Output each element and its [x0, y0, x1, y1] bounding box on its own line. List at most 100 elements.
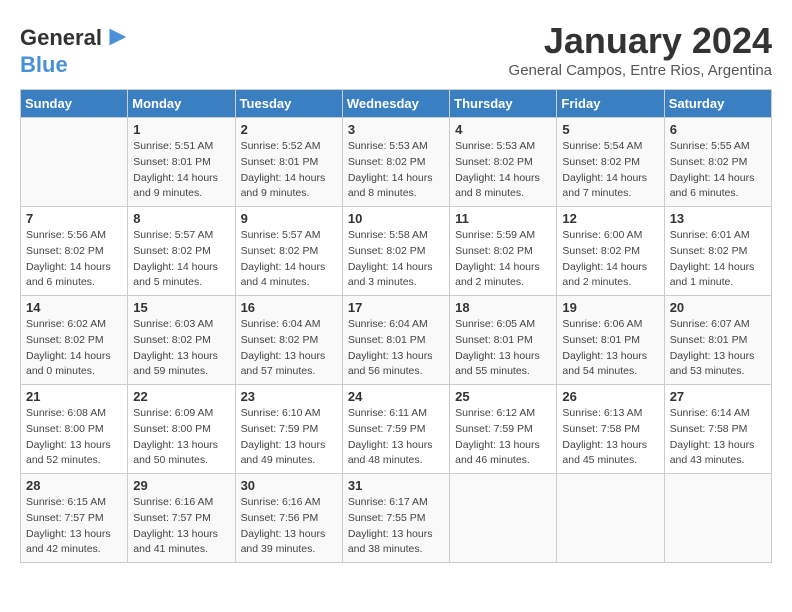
- day-info: Sunrise: 5:53 AM Sunset: 8:02 PM Dayligh…: [455, 139, 551, 202]
- day-info: Sunrise: 6:10 AM Sunset: 7:59 PM Dayligh…: [241, 406, 337, 469]
- day-number: 7: [26, 211, 122, 226]
- calendar-cell: 2Sunrise: 5:52 AM Sunset: 8:01 PM Daylig…: [235, 118, 342, 207]
- calendar-week-row: 7 Sunrise: 5:56 AM Sunset: 8:02 PM Daylig…: [21, 207, 772, 296]
- day-number: 30: [241, 478, 337, 493]
- calendar-cell: 25Sunrise: 6:12 AM Sunset: 7:59 PM Dayli…: [450, 385, 557, 474]
- calendar-cell: 15 Sunrise: 6:03 AM Sunset: 8:02 PM Dayli…: [128, 296, 235, 385]
- day-number: 6: [670, 122, 766, 137]
- calendar-cell: 11 Sunrise: 5:59 AM Sunset: 8:02 PM Dayli…: [450, 207, 557, 296]
- day-info: Sunrise: 6:14 AM Sunset: 7:58 PM Dayligh…: [670, 406, 766, 469]
- calendar-cell: 8 Sunrise: 5:57 AM Sunset: 8:02 PM Daylig…: [128, 207, 235, 296]
- day-info: Sunrise: 5:52 AM Sunset: 8:01 PM Dayligh…: [241, 139, 337, 202]
- calendar-cell: 31 Sunrise: 6:17 AM Sunset: 7:55 PM Dayli…: [342, 474, 449, 563]
- day-number: 16: [241, 300, 337, 315]
- day-info: Sunrise: 6:17 AM Sunset: 7:55 PM Dayligh…: [348, 495, 444, 558]
- calendar-cell: 28Sunrise: 6:15 AM Sunset: 7:57 PM Dayli…: [21, 474, 128, 563]
- day-number: 15: [133, 300, 229, 315]
- day-number: 27: [670, 389, 766, 404]
- calendar-cell: 16Sunrise: 6:04 AM Sunset: 8:02 PM Dayli…: [235, 296, 342, 385]
- calendar-cell: 6 Sunrise: 5:55 AM Sunset: 8:02 PM Daylig…: [664, 118, 771, 207]
- day-info: Sunrise: 5:57 AM Sunset: 8:02 PM Dayligh…: [133, 228, 229, 291]
- day-info: Sunrise: 6:00 AM Sunset: 8:02 PM Dayligh…: [562, 228, 658, 291]
- day-info: Sunrise: 6:04 AM Sunset: 8:01 PM Dayligh…: [348, 317, 444, 380]
- day-number: 21: [26, 389, 122, 404]
- calendar-cell: 9 Sunrise: 5:57 AM Sunset: 8:02 PM Daylig…: [235, 207, 342, 296]
- day-info: Sunrise: 6:16 AM Sunset: 7:57 PM Dayligh…: [133, 495, 229, 558]
- day-number: 9: [241, 211, 337, 226]
- day-info: Sunrise: 6:11 AM Sunset: 7:59 PM Dayligh…: [348, 406, 444, 469]
- calendar-cell: 20 Sunrise: 6:07 AM Sunset: 8:01 PM Dayli…: [664, 296, 771, 385]
- day-info: Sunrise: 6:09 AM Sunset: 8:00 PM Dayligh…: [133, 406, 229, 469]
- calendar-week-row: 21Sunrise: 6:08 AM Sunset: 8:00 PM Dayli…: [21, 385, 772, 474]
- day-number: 8: [133, 211, 229, 226]
- day-info: Sunrise: 6:12 AM Sunset: 7:59 PM Dayligh…: [455, 406, 551, 469]
- calendar-cell: 24 Sunrise: 6:11 AM Sunset: 7:59 PM Dayli…: [342, 385, 449, 474]
- day-number: 26: [562, 389, 658, 404]
- calendar-cell: 10 Sunrise: 5:58 AM Sunset: 8:02 PM Dayli…: [342, 207, 449, 296]
- day-number: 29: [133, 478, 229, 493]
- day-info: Sunrise: 5:53 AM Sunset: 8:02 PM Dayligh…: [348, 139, 444, 202]
- day-info: Sunrise: 6:06 AM Sunset: 8:01 PM Dayligh…: [562, 317, 658, 380]
- calendar-cell: 14 Sunrise: 6:02 AM Sunset: 8:02 PM Dayli…: [21, 296, 128, 385]
- calendar-cell: 12 Sunrise: 6:00 AM Sunset: 8:02 PM Dayli…: [557, 207, 664, 296]
- calendar-header-friday: Friday: [557, 90, 664, 118]
- calendar-table: SundayMondayTuesdayWednesdayThursdayFrid…: [20, 89, 772, 563]
- location-title: General Campos, Entre Rios, Argentina: [509, 62, 772, 79]
- calendar-cell: 5 Sunrise: 5:54 AM Sunset: 8:02 PM Daylig…: [557, 118, 664, 207]
- day-info: Sunrise: 5:56 AM Sunset: 8:02 PM Dayligh…: [26, 228, 122, 291]
- day-number: 13: [670, 211, 766, 226]
- day-info: Sunrise: 6:15 AM Sunset: 7:57 PM Dayligh…: [26, 495, 122, 558]
- day-info: Sunrise: 5:54 AM Sunset: 8:02 PM Dayligh…: [562, 139, 658, 202]
- day-number: 5: [562, 122, 658, 137]
- calendar-cell: 4Sunrise: 5:53 AM Sunset: 8:02 PM Daylig…: [450, 118, 557, 207]
- calendar-cell: 29 Sunrise: 6:16 AM Sunset: 7:57 PM Dayli…: [128, 474, 235, 563]
- day-number: 20: [670, 300, 766, 315]
- day-number: 17: [348, 300, 444, 315]
- day-number: 22: [133, 389, 229, 404]
- day-info: Sunrise: 5:55 AM Sunset: 8:02 PM Dayligh…: [670, 139, 766, 202]
- day-info: Sunrise: 5:58 AM Sunset: 8:02 PM Dayligh…: [348, 228, 444, 291]
- logo-blue-text: Blue: [20, 52, 68, 77]
- day-number: 3: [348, 122, 444, 137]
- calendar-week-row: 28Sunrise: 6:15 AM Sunset: 7:57 PM Dayli…: [21, 474, 772, 563]
- day-info: Sunrise: 6:03 AM Sunset: 8:02 PM Dayligh…: [133, 317, 229, 380]
- title-section: January 2024 General Campos, Entre Rios,…: [509, 20, 772, 79]
- calendar-cell: 1Sunrise: 5:51 AM Sunset: 8:01 PM Daylig…: [128, 118, 235, 207]
- day-number: 18: [455, 300, 551, 315]
- calendar-cell: [557, 474, 664, 563]
- day-info: Sunrise: 6:02 AM Sunset: 8:02 PM Dayligh…: [26, 317, 122, 380]
- calendar-week-row: 14 Sunrise: 6:02 AM Sunset: 8:02 PM Dayli…: [21, 296, 772, 385]
- calendar-header-thursday: Thursday: [450, 90, 557, 118]
- day-number: 24: [348, 389, 444, 404]
- calendar-header-monday: Monday: [128, 90, 235, 118]
- calendar-cell: 30 Sunrise: 6:16 AM Sunset: 7:56 PM Dayli…: [235, 474, 342, 563]
- calendar-cell: 18 Sunrise: 6:05 AM Sunset: 8:01 PM Dayli…: [450, 296, 557, 385]
- day-info: Sunrise: 6:07 AM Sunset: 8:01 PM Dayligh…: [670, 317, 766, 380]
- calendar-cell: 27 Sunrise: 6:14 AM Sunset: 7:58 PM Dayli…: [664, 385, 771, 474]
- day-number: 31: [348, 478, 444, 493]
- calendar-cell: [21, 118, 128, 207]
- day-info: Sunrise: 6:16 AM Sunset: 7:56 PM Dayligh…: [241, 495, 337, 558]
- calendar-cell: 3 Sunrise: 5:53 AM Sunset: 8:02 PM Daylig…: [342, 118, 449, 207]
- calendar-cell: 22 Sunrise: 6:09 AM Sunset: 8:00 PM Dayli…: [128, 385, 235, 474]
- calendar-cell: [664, 474, 771, 563]
- calendar-header-saturday: Saturday: [664, 90, 771, 118]
- day-number: 12: [562, 211, 658, 226]
- calendar-header-wednesday: Wednesday: [342, 90, 449, 118]
- calendar-week-row: 1Sunrise: 5:51 AM Sunset: 8:01 PM Daylig…: [21, 118, 772, 207]
- calendar-cell: [450, 474, 557, 563]
- calendar-header-sunday: Sunday: [21, 90, 128, 118]
- day-info: Sunrise: 6:05 AM Sunset: 8:01 PM Dayligh…: [455, 317, 551, 380]
- calendar-cell: 19Sunrise: 6:06 AM Sunset: 8:01 PM Dayli…: [557, 296, 664, 385]
- day-number: 11: [455, 211, 551, 226]
- day-info: Sunrise: 5:59 AM Sunset: 8:02 PM Dayligh…: [455, 228, 551, 291]
- day-info: Sunrise: 5:57 AM Sunset: 8:02 PM Dayligh…: [241, 228, 337, 291]
- calendar-header-row: SundayMondayTuesdayWednesdayThursdayFrid…: [21, 90, 772, 118]
- day-number: 1: [133, 122, 229, 137]
- day-info: Sunrise: 6:01 AM Sunset: 8:02 PM Dayligh…: [670, 228, 766, 291]
- calendar-cell: 26Sunrise: 6:13 AM Sunset: 7:58 PM Dayli…: [557, 385, 664, 474]
- logo-bird-icon: ►: [104, 20, 132, 51]
- day-number: 10: [348, 211, 444, 226]
- day-number: 14: [26, 300, 122, 315]
- month-title: January 2024: [509, 20, 772, 62]
